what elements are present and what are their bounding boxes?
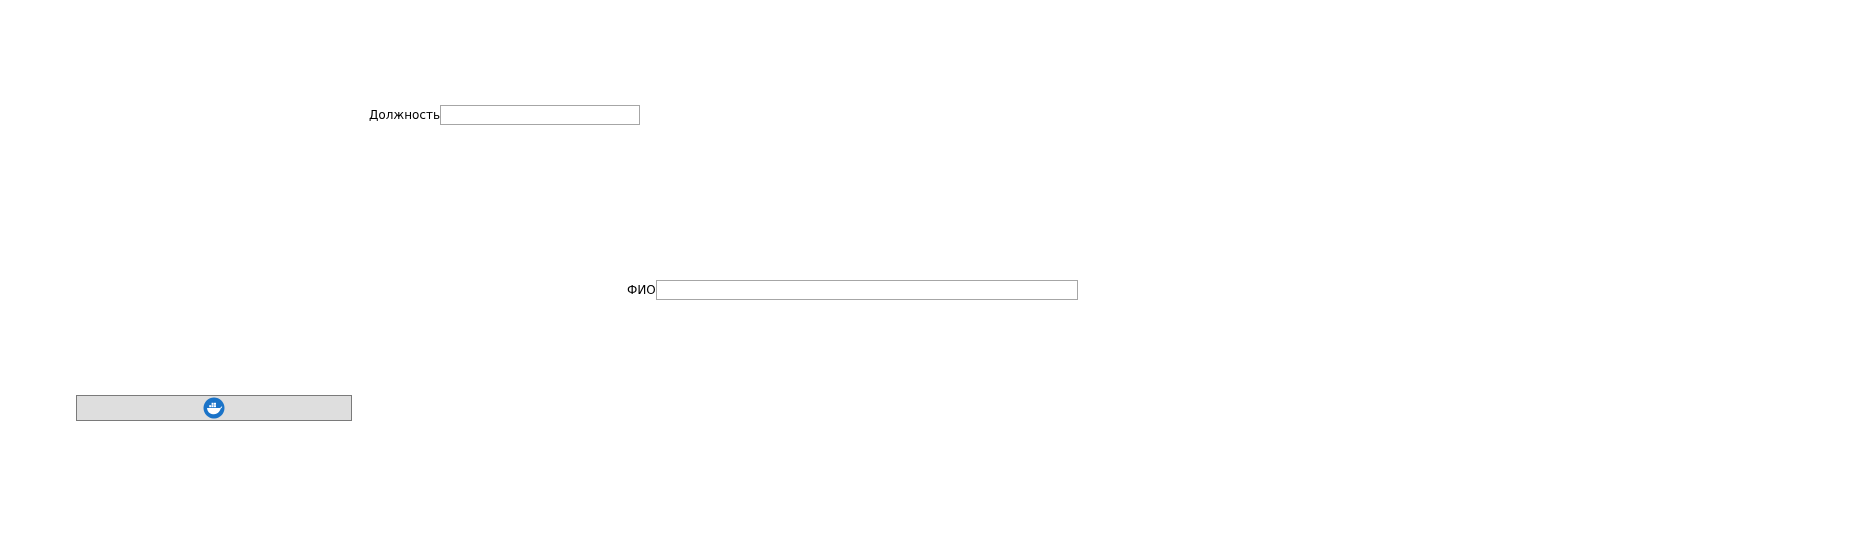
- position-row: Должность: [369, 105, 641, 125]
- fio-row: ФИО: [627, 280, 1078, 300]
- fio-input[interactable]: [655, 280, 1078, 300]
- position-label: Должность: [369, 108, 441, 122]
- docker-action-button[interactable]: [76, 395, 352, 421]
- fio-label: ФИО: [627, 283, 656, 297]
- position-input[interactable]: [440, 105, 641, 125]
- docker-whale-icon: [203, 397, 225, 419]
